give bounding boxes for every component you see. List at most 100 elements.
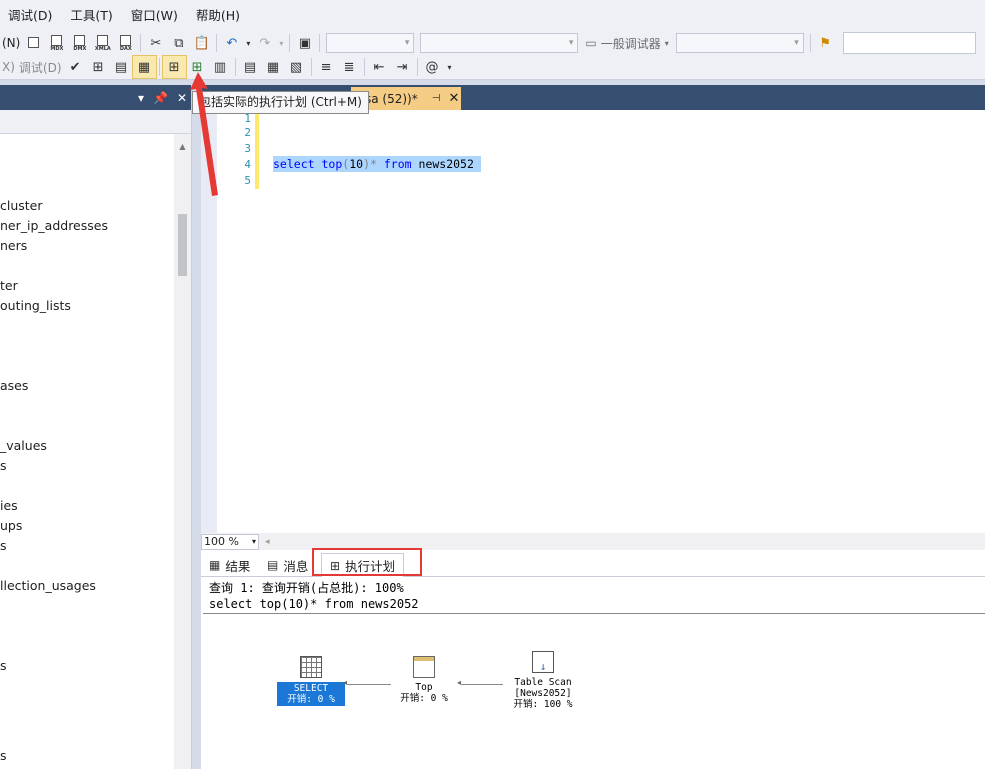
plan-flow-arrow — [347, 684, 391, 685]
scroll-up-icon[interactable]: ▲ — [174, 138, 191, 155]
debugger-combo[interactable]: ▭ 一般调试器 ▾ — [581, 33, 672, 53]
tree-node[interactable]: s — [0, 538, 7, 553]
tree-node[interactable]: ases — [0, 378, 28, 393]
solution-config-combo[interactable]: ▾ — [326, 33, 415, 53]
dax-query-button[interactable]: DAX — [114, 32, 137, 54]
cut-icon[interactable]: ✂ — [144, 32, 167, 54]
scrollbar-thumb[interactable] — [178, 214, 187, 276]
menu-debug[interactable]: 调试(D) — [0, 0, 62, 31]
chevron-down-icon: ▾ — [664, 38, 669, 48]
annotation-arrow — [190, 72, 218, 196]
separator — [416, 58, 418, 76]
xmla-query-button[interactable]: XMLA — [91, 32, 114, 54]
explorer-scrollbar[interactable]: ▲ — [174, 134, 191, 769]
estimated-plan-icon[interactable]: ⊞ — [87, 56, 110, 78]
paste-icon[interactable]: 📋 — [190, 32, 213, 54]
results-grid-icon[interactable]: ▦ — [262, 56, 285, 78]
specify-values-icon[interactable]: @ — [421, 56, 444, 78]
sql-editor-toolbar: X) 调试(D) ✔ ⊞ ▤ ▦ ⊞ ⊞ ▥ ▤ ▦ ▧ ≡ ≣ ⇤ ⇥ @ ▾ — [0, 55, 985, 80]
messages-icon: ▤ — [267, 558, 279, 572]
find-in-files-icon[interactable]: ⚑ — [814, 32, 837, 54]
tree-node[interactable]: ups — [0, 518, 22, 533]
debug-button[interactable]: 调试(D) — [17, 59, 64, 76]
parse-check-icon[interactable]: ✔ — [64, 56, 87, 78]
separator — [319, 34, 321, 52]
top-operator-icon — [413, 656, 435, 678]
operator-name: SELECT — [293, 683, 329, 694]
tree-node[interactable]: s — [0, 748, 7, 763]
plan-flow-arrow — [461, 684, 503, 685]
monitor-icon: ▭ — [585, 36, 597, 50]
toolbar-overflow-icon[interactable]: ▾ — [444, 56, 456, 78]
undo-dropdown-icon[interactable]: ▾ — [243, 32, 253, 54]
query-sql-line: select top(10)* from news2052 — [209, 597, 419, 611]
execution-plan-panel: 查询 1: 查询开销(占总批): 100% select top(10)* fr… — [201, 577, 985, 769]
tree-node[interactable]: ners — [0, 238, 27, 253]
separator — [158, 58, 160, 76]
arrow-head-icon: ◂ — [457, 678, 462, 687]
plan-operator-select[interactable]: SELECT 开销: 0 % — [277, 656, 345, 706]
tree-node[interactable]: cluster — [0, 198, 43, 213]
menu-tools[interactable]: 工具(T) — [62, 0, 122, 31]
platform-combo[interactable]: ▾ — [420, 33, 579, 53]
copy-icon[interactable]: ⧉ — [167, 32, 190, 54]
target-combo[interactable]: ▾ — [675, 33, 804, 53]
tree-node[interactable]: s — [0, 458, 7, 473]
undo-icon[interactable]: ↶ — [220, 32, 243, 54]
operator-name: Top — [415, 682, 433, 693]
dmx-query-button[interactable]: DMX — [68, 32, 91, 54]
query-editor[interactable]: 1 2 3 4 5 select top(10)* from news2052 — [201, 110, 985, 533]
include-actual-plan-icon[interactable]: ⊞ — [161, 55, 187, 79]
select-operator-icon — [300, 656, 322, 678]
decrease-indent-icon[interactable]: ⇤ — [368, 56, 391, 78]
tree-node[interactable]: ner_ip_addresses — [0, 218, 108, 233]
close-icon[interactable]: ✕ — [448, 91, 459, 106]
tree-node[interactable]: ies — [0, 498, 18, 513]
operator-cost: 开销: 100 % — [513, 699, 573, 710]
execute-fragment[interactable]: X) — [0, 60, 17, 74]
separator — [289, 34, 291, 52]
grid-icon: ▦ — [209, 558, 221, 572]
separator — [234, 58, 236, 76]
results-to-grid-icon[interactable]: ▦ — [131, 55, 157, 79]
tab-results[interactable]: ▦ 结果 — [209, 553, 250, 577]
new-query-fragment[interactable]: (N) — [0, 36, 22, 50]
uncomment-icon[interactable]: ≣ — [338, 56, 361, 78]
scroll-left-icon[interactable]: ◂ — [265, 537, 270, 547]
auto-hide-pin-icon[interactable]: 📌 — [153, 91, 168, 105]
redo-icon[interactable]: ↷ — [253, 32, 276, 54]
menu-window[interactable]: 窗口(W) — [123, 0, 188, 31]
screenshot-icon[interactable]: ▣ — [293, 32, 316, 54]
tree-node[interactable]: ter — [0, 278, 18, 293]
db-engine-query-button[interactable] — [22, 32, 45, 54]
search-input[interactable] — [842, 32, 976, 54]
plan-operator-top[interactable]: Top 开销: 0 % — [389, 656, 459, 704]
tree-node[interactable]: outing_lists — [0, 298, 71, 313]
window-position-icon[interactable]: ▾ — [138, 91, 144, 105]
increase-indent-icon[interactable]: ⇥ — [391, 56, 414, 78]
results-to-file-icon[interactable]: ▧ — [285, 56, 308, 78]
chevron-down-icon: ▾ — [251, 537, 256, 546]
tree-node[interactable]: s — [0, 658, 7, 673]
plan-operator-table-scan[interactable]: ↓ Table Scan [News2052] 开销: 100 % — [501, 651, 585, 710]
close-icon[interactable]: ✕ — [177, 91, 187, 105]
zoom-combo[interactable]: 100 % ▾ — [201, 533, 259, 550]
explorer-title-bar: ▾ 📌 ✕ — [0, 85, 191, 110]
mdx-query-button[interactable]: MDX — [45, 32, 68, 54]
menu-help[interactable]: 帮助(H) — [188, 0, 250, 31]
tab-label: 消息 — [283, 558, 309, 574]
separator — [363, 58, 365, 76]
line-number: 4 — [244, 158, 251, 171]
results-to-text-icon[interactable]: ▤ — [239, 56, 262, 78]
separator — [216, 34, 218, 52]
tab-messages[interactable]: ▤ 消息 — [267, 553, 308, 577]
menu-bar: 调试(D) 工具(T) 窗口(W) 帮助(H) — [0, 0, 985, 31]
tree-node[interactable]: _values — [0, 438, 47, 453]
code-line-4[interactable]: select top(10)* from news2052 — [273, 156, 481, 172]
query-cost-line: 查询 1: 查询开销(占总批): 100% — [209, 581, 404, 595]
comment-icon[interactable]: ≡ — [315, 56, 338, 78]
redo-dropdown-icon[interactable]: ▾ — [276, 32, 286, 54]
pin-icon[interactable]: ⊣ — [432, 93, 441, 104]
query-options-icon[interactable]: ▤ — [110, 56, 133, 78]
tree-node[interactable]: llection_usages — [0, 578, 96, 593]
